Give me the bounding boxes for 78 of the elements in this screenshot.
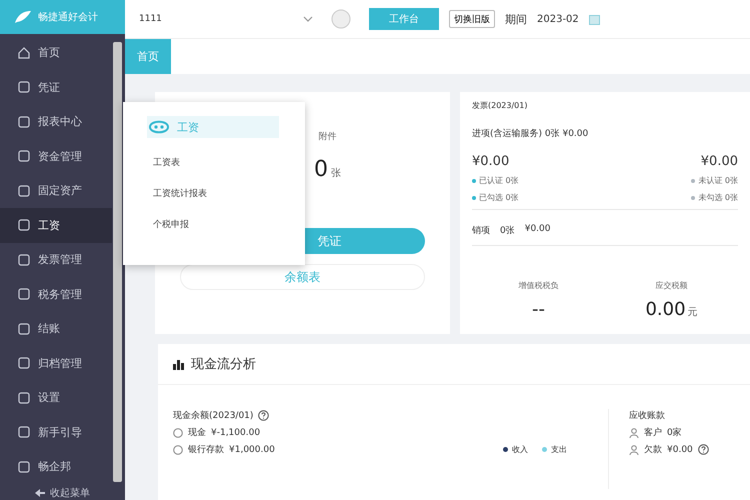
- account-select[interactable]: 1111: [131, 6, 321, 32]
- square-icon: [18, 81, 30, 94]
- item-label: 银行存款: [188, 444, 224, 456]
- legend-label: 支出: [551, 444, 567, 455]
- switch-version-button[interactable]: 切换旧版: [449, 10, 495, 28]
- square-icon: [18, 219, 30, 232]
- output-count: 0张: [500, 224, 515, 237]
- square-icon: [18, 254, 30, 266]
- square-icon: [18, 426, 30, 438]
- sidebar-item[interactable]: 结账: [0, 312, 112, 346]
- leaf-icon: [14, 10, 32, 24]
- stat-label: 未认证 0张: [698, 175, 738, 186]
- item-label: 现金: [188, 426, 206, 439]
- period-label: 期间: [505, 12, 527, 26]
- item-label: 欠款: [644, 444, 662, 456]
- count-unit: 张: [331, 166, 341, 180]
- legend-label: 收入: [512, 444, 528, 455]
- tax-burden-label: 增值税税负: [518, 280, 558, 291]
- submenu-item[interactable]: 工资统计报表: [153, 187, 305, 200]
- item-amount: ¥1,000.00: [229, 444, 275, 454]
- output-label: 销项: [472, 224, 490, 237]
- scrollbar[interactable]: [113, 42, 122, 482]
- tax-due-label: 应交税额: [656, 280, 688, 291]
- sidebar-item[interactable]: 凭证: [0, 70, 112, 104]
- stat-label: 未勾选 0张: [698, 192, 738, 203]
- item-amount: ¥-1,100.00: [211, 428, 260, 438]
- tax-burden-value: --: [532, 299, 545, 320]
- calendar-icon: [588, 14, 600, 24]
- sidebar-item[interactable]: 资金管理: [0, 139, 112, 174]
- section-title: 现金流分析: [191, 356, 256, 373]
- output-amount: ¥0.00: [524, 224, 550, 236]
- amount: ¥0.00: [700, 154, 738, 169]
- home-icon: [18, 46, 30, 59]
- submenu-item[interactable]: 个税申报: [153, 218, 305, 231]
- sidebar-item[interactable]: 归档管理: [0, 346, 112, 380]
- tax-due-value: 0.00: [645, 299, 686, 320]
- attachment-count: 0: [314, 157, 328, 182]
- item-amount: 0家: [667, 426, 682, 439]
- sidebar-item[interactable]: 税务管理: [0, 277, 112, 312]
- input-invoice-line: 进项(含运输服务) 0张 ¥0.00: [472, 128, 590, 140]
- currency-unit: 元: [688, 306, 698, 319]
- collapse-link[interactable]: 收起菜单: [0, 486, 125, 500]
- submenu-item[interactable]: 工资表: [153, 156, 305, 169]
- person-icon: [629, 428, 639, 438]
- help-icon: [258, 410, 270, 421]
- square-icon: [18, 288, 30, 300]
- person-icon: [629, 444, 639, 454]
- square-icon: [18, 116, 30, 128]
- sidebar-item[interactable]: 工资: [0, 208, 112, 242]
- period-value: 2023-02: [537, 14, 579, 24]
- square-icon: [18, 184, 30, 197]
- sidebar-item[interactable]: 首页: [0, 36, 112, 70]
- square-icon: [18, 322, 30, 335]
- item-label: 客户: [644, 426, 662, 439]
- square-icon: [18, 460, 30, 473]
- avatar-icon: [331, 9, 351, 29]
- help-icon: [698, 444, 709, 455]
- stat-label: 已认证 0张: [479, 175, 519, 186]
- amount: ¥0.00: [472, 154, 510, 169]
- balance-title: 现金余额(2023/01): [173, 410, 254, 422]
- sidebar-item[interactable]: 发票管理: [0, 242, 112, 277]
- sidebar-item[interactable]: 设置: [0, 380, 112, 415]
- square-icon: [18, 150, 30, 162]
- chevron-down-icon: [303, 16, 313, 22]
- attachment-label: 附件: [318, 130, 336, 143]
- sidebar-item[interactable]: 报表中心: [0, 104, 112, 139]
- sidebar-item[interactable]: 新手引导: [0, 415, 112, 450]
- bar-chart-icon: [173, 358, 185, 370]
- item-amount: ¥0.00: [667, 444, 693, 454]
- square-icon: [18, 357, 30, 370]
- card-title: 发票(2023/01): [472, 100, 528, 111]
- square-icon: [18, 392, 30, 404]
- arrow-left-icon: [34, 488, 46, 498]
- sidebar-item[interactable]: 畅企邦: [0, 450, 112, 484]
- receivable-title: 应收账款: [629, 410, 666, 422]
- stat-label: 已勾选 0张: [479, 192, 519, 203]
- app-title: 畅捷通好会计: [38, 10, 98, 24]
- sidebar-item[interactable]: 固定资产: [0, 174, 112, 208]
